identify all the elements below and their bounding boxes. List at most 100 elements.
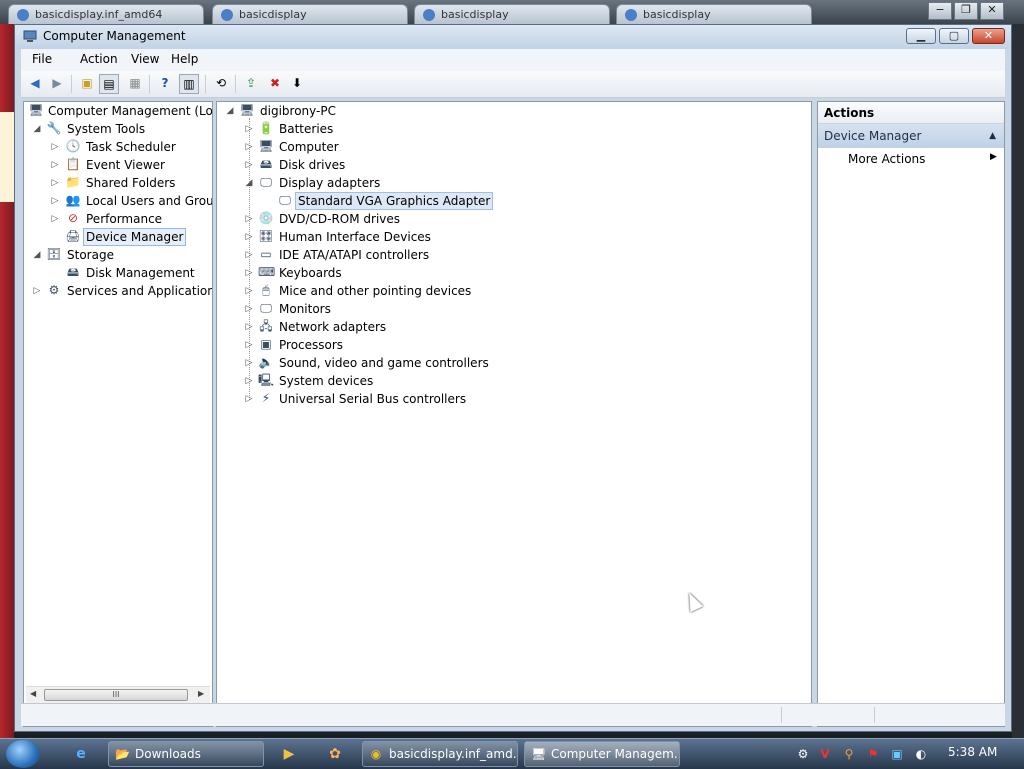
tray-network-icon[interactable]: ▣ bbox=[888, 745, 906, 763]
disable-device-button[interactable]: ⬇ bbox=[287, 74, 307, 94]
background-maximize-button[interactable]: ❐ bbox=[954, 2, 978, 20]
expand-arrow-icon[interactable]: ▷ bbox=[32, 282, 42, 300]
device-category[interactable]: ▷ 🔈 Sound, video and game controllers bbox=[217, 354, 807, 372]
tree-item-disk-management[interactable]: 🖴 Disk Management bbox=[24, 264, 212, 282]
taskbar-chrome[interactable]: ◉ basicdisplay.inf_amd... bbox=[362, 741, 518, 767]
scroll-left-icon[interactable]: ◀ bbox=[30, 689, 36, 698]
uninstall-device-button[interactable]: ✖ bbox=[265, 74, 285, 94]
update-driver-button[interactable]: ⇪ bbox=[241, 74, 261, 94]
clock[interactable]: 5:38 AM bbox=[948, 745, 997, 759]
tree-item-shared-folders[interactable]: ▷ 📁 Shared Folders bbox=[24, 174, 212, 192]
expand-arrow-icon[interactable]: ▷ bbox=[244, 246, 254, 264]
device-category[interactable]: ▷ 🖳 System devices bbox=[217, 372, 807, 390]
device-category[interactable]: ▷ 🖥 Computer bbox=[217, 138, 807, 156]
tree-item-performance[interactable]: ▷ ⊘ Performance bbox=[24, 210, 212, 228]
start-button[interactable] bbox=[6, 740, 40, 768]
tree-item-services[interactable]: ▷ ⚙ Services and Applications bbox=[24, 282, 212, 300]
device-category[interactable]: ▷ ▣ Processors bbox=[217, 336, 807, 354]
collapse-arrow-icon[interactable]: ◢ bbox=[244, 174, 254, 192]
background-tab[interactable]: basicdisplay bbox=[212, 4, 408, 24]
forward-button[interactable]: ▶ bbox=[47, 74, 67, 94]
menu-view[interactable]: View bbox=[131, 52, 159, 66]
expand-arrow-icon[interactable]: ▷ bbox=[244, 372, 254, 390]
background-tab[interactable]: basicdisplay bbox=[414, 4, 610, 24]
collapse-arrow-icon[interactable]: ◢ bbox=[225, 102, 235, 120]
background-tab[interactable]: basicdisplay bbox=[616, 4, 812, 24]
background-close-button[interactable]: ✕ bbox=[980, 2, 1004, 20]
tray-search-icon[interactable]: ⚲ bbox=[840, 745, 858, 763]
collapse-arrow-icon[interactable]: ◢ bbox=[32, 246, 42, 264]
menu-action[interactable]: Action bbox=[80, 52, 118, 66]
device-category[interactable]: ◢ 🖵 Display adapters bbox=[217, 174, 807, 192]
paint-icon[interactable]: ✿ bbox=[324, 743, 346, 765]
tray-v-icon[interactable]: V bbox=[816, 745, 834, 763]
scroll-right-icon[interactable]: ▶ bbox=[198, 689, 204, 698]
tree-item-local-users[interactable]: ▷ 👥 Local Users and Groups bbox=[24, 192, 212, 210]
device-category[interactable]: ▷ ⚡ Universal Serial Bus controllers bbox=[217, 390, 807, 408]
tree-item-event-viewer[interactable]: ▷ 📋 Event Viewer bbox=[24, 156, 212, 174]
tree-item-device-manager[interactable]: 🖨 Device Manager bbox=[24, 228, 212, 246]
help-button[interactable]: ? bbox=[155, 74, 175, 94]
expand-arrow-icon[interactable]: ▷ bbox=[244, 138, 254, 156]
expand-arrow-icon[interactable]: ▷ bbox=[244, 300, 254, 318]
maximize-button[interactable]: ▢ bbox=[939, 28, 969, 44]
device-category[interactable]: ▷ 🖴 Disk drives bbox=[217, 156, 807, 174]
expand-arrow-icon[interactable]: ▷ bbox=[244, 120, 254, 138]
tree-item-task-scheduler[interactable]: ▷ 🕓 Task Scheduler bbox=[24, 138, 212, 156]
up-folder-button[interactable]: ▣ bbox=[77, 74, 97, 94]
expand-arrow-icon[interactable]: ▷ bbox=[50, 210, 60, 228]
expand-arrow-icon[interactable]: ▷ bbox=[244, 228, 254, 246]
expand-arrow-icon[interactable]: ▷ bbox=[244, 390, 254, 408]
device-category[interactable]: ▷ 💿 DVD/CD-ROM drives bbox=[217, 210, 807, 228]
expand-arrow-icon[interactable]: ▷ bbox=[244, 210, 254, 228]
taskbar-computer-management[interactable]: 🖥 Computer Managem... bbox=[524, 741, 680, 767]
show-action-pane-button[interactable]: ▥ bbox=[179, 74, 199, 94]
menu-file[interactable]: File bbox=[32, 52, 52, 66]
expand-arrow-icon[interactable]: ▷ bbox=[244, 336, 254, 354]
tree-item-computer-management[interactable]: 🖥 Computer Management (Local bbox=[24, 102, 212, 120]
tree-item-system-tools[interactable]: ◢ 🔧 System Tools bbox=[24, 120, 212, 138]
expand-arrow-icon[interactable]: ▷ bbox=[244, 354, 254, 372]
background-tab[interactable]: basicdisplay.inf_amd64 bbox=[8, 4, 204, 24]
taskbar-downloads[interactable]: 📂 Downloads bbox=[108, 741, 264, 767]
internet-explorer-icon[interactable]: e bbox=[70, 743, 92, 765]
back-button[interactable]: ◀ bbox=[25, 74, 45, 94]
device-category[interactable]: ▷ 🖧 Network adapters bbox=[217, 318, 807, 336]
scan-hardware-button[interactable]: ⟲ bbox=[211, 74, 231, 94]
device-category[interactable]: ▷ ▭ IDE ATA/ATAPI controllers bbox=[217, 246, 807, 264]
device-category[interactable]: ▷ 🎛 Human Interface Devices bbox=[217, 228, 807, 246]
title-bar[interactable]: Computer Management ▁ ▢ ✕ bbox=[15, 25, 1011, 49]
tree-item-storage[interactable]: ◢ 🗄 Storage bbox=[24, 246, 212, 264]
tray-flag-icon[interactable]: ⚑ bbox=[864, 745, 882, 763]
properties-button[interactable]: ▦ bbox=[125, 74, 145, 94]
expand-arrow-icon[interactable]: ▷ bbox=[244, 318, 254, 336]
device-category[interactable]: ▷ ⌨ Keyboards bbox=[217, 264, 807, 282]
scrollbar-thumb[interactable]: III bbox=[44, 689, 188, 701]
expand-arrow-icon[interactable]: ▷ bbox=[50, 138, 60, 156]
device-category[interactable]: ▷ 🖵 Monitors bbox=[217, 300, 807, 318]
expand-arrow-icon[interactable]: ▷ bbox=[50, 192, 60, 210]
device-category[interactable]: ▷ 🖱 Mice and other pointing devices bbox=[217, 282, 807, 300]
expand-arrow-icon[interactable]: ▷ bbox=[50, 174, 60, 192]
actions-section-device-manager[interactable]: Device Manager ▲ bbox=[818, 124, 1004, 148]
device-category[interactable]: ▷ 🔋 Batteries bbox=[217, 120, 807, 138]
show-hide-tree-button[interactable]: ▤ bbox=[99, 74, 119, 94]
tray-settings-icon[interactable]: ⚙ bbox=[794, 745, 812, 763]
minimize-button[interactable]: ▁ bbox=[906, 28, 936, 44]
tray-volume-icon[interactable]: ◐ bbox=[912, 745, 930, 763]
more-actions-link[interactable]: More Actions bbox=[848, 152, 925, 166]
collapse-up-icon[interactable]: ▲ bbox=[989, 124, 996, 148]
collapse-arrow-icon[interactable]: ◢ bbox=[32, 120, 42, 138]
expand-arrow-icon[interactable]: ▷ bbox=[244, 264, 254, 282]
background-minimize-button[interactable]: − bbox=[928, 2, 952, 20]
submenu-arrow-icon[interactable]: ▶ bbox=[990, 152, 997, 162]
expand-arrow-icon[interactable]: ▷ bbox=[244, 282, 254, 300]
media-player-icon[interactable]: ▶ bbox=[278, 743, 300, 765]
expand-arrow-icon[interactable]: ▷ bbox=[244, 156, 254, 174]
menu-help[interactable]: Help bbox=[171, 52, 198, 66]
expand-arrow-icon[interactable]: ▷ bbox=[50, 156, 60, 174]
horizontal-scrollbar[interactable]: ◀ III ▶ bbox=[26, 686, 210, 704]
device-item[interactable]: 🖵 Standard VGA Graphics Adapter bbox=[217, 192, 807, 210]
close-button[interactable]: ✕ bbox=[972, 28, 1005, 44]
device-tree-root[interactable]: ◢ 🖥 digibrony-PC bbox=[217, 102, 807, 120]
